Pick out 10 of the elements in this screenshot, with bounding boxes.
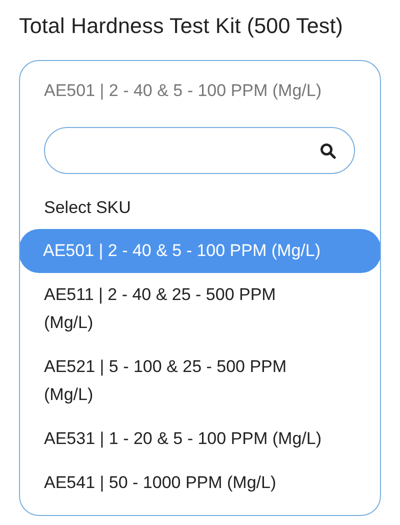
product-title: Total Hardness Test Kit (500 Test): [19, 14, 344, 39]
sku-option[interactable]: AE521 | 5 - 100 & 25 - 500 PPM (Mg/L): [20, 345, 380, 417]
sku-option[interactable]: AE541 | 50 - 1000 PPM (Mg/L): [20, 461, 380, 505]
sku-option[interactable]: AE531 | 1 - 20 & 5 - 100 PPM (Mg/L): [20, 417, 380, 461]
sku-dropdown[interactable]: [19, 60, 381, 516]
search-field[interactable]: [44, 127, 355, 174]
sku-option[interactable]: Select SKU: [20, 188, 380, 229]
selected-sku[interactable]: AE501 | 2 - 40 & 5 - 100 PPM (Mg/L): [20, 61, 346, 105]
sku-option[interactable]: AE511 | 2 - 40 & 25 - 500 PPM (Mg/L): [20, 273, 380, 345]
search-icon: [320, 142, 336, 158]
